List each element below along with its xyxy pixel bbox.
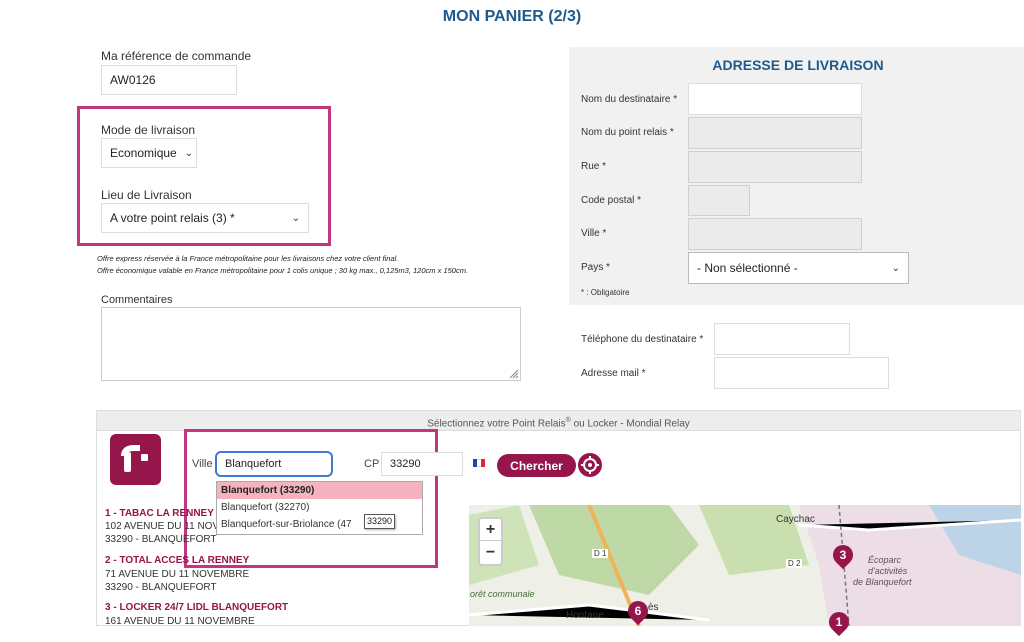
search-button[interactable]: Chercher <box>497 454 576 477</box>
map-label: Caychac <box>776 514 815 525</box>
phone-label: Téléphone du destinataire * <box>581 334 704 345</box>
delivery-mode-value: Economique <box>110 146 177 160</box>
relay-result-title[interactable]: 1 - TABAC LA RENNEY <box>105 508 214 519</box>
mondial-relay-logo <box>110 434 161 485</box>
map-road-label: D 1 <box>592 549 609 558</box>
mondial-relay-header: Sélectionnez votre Point Relais® ou Lock… <box>96 410 1021 431</box>
postcode-label: Code postal * <box>581 195 642 206</box>
country-select[interactable]: - Non sélectionné - ⌄ <box>688 252 909 284</box>
street-label: Rue * <box>581 161 607 172</box>
recipient-name-input[interactable] <box>688 83 862 115</box>
zoom-in-button[interactable]: + <box>480 519 501 541</box>
postcode-input <box>688 185 750 216</box>
delivery-note-economic: Offre économique valable en France métro… <box>97 266 469 275</box>
mr-city-label: Ville <box>192 458 213 470</box>
street-input <box>688 151 862 183</box>
resize-handle-icon[interactable] <box>508 368 519 379</box>
city-input <box>688 218 862 250</box>
chevron-down-icon: ⌄ <box>184 147 194 159</box>
relay-result-title[interactable]: 2 - TOTAL ACCES LA RENNEY <box>105 555 249 566</box>
geolocate-icon[interactable] <box>578 453 602 477</box>
french-flag-icon[interactable] <box>473 459 485 467</box>
relay-name-label: Nom du point relais * <box>581 127 674 138</box>
tooltip: 33290 <box>364 514 395 529</box>
country-value: - Non sélectionné - <box>697 261 798 275</box>
map-marker-number: 3 <box>839 548 847 562</box>
comments-textarea[interactable] <box>101 307 521 381</box>
map-marker-number: 1 <box>835 615 843 629</box>
phone-input[interactable] <box>714 323 850 355</box>
map-marker-number: 6 <box>634 604 642 618</box>
order-reference-label: Ma référence de commande <box>101 49 252 63</box>
map-marker[interactable]: 6 <box>623 596 653 626</box>
chevron-down-icon: ⌄ <box>291 212 300 224</box>
chevron-down-icon: ⌄ <box>891 262 900 274</box>
recipient-name-label: Nom du destinataire * <box>581 94 678 105</box>
map-label: ès <box>648 602 659 613</box>
relay-result-address: 71 AVENUE DU 11 NOVEMBRE <box>105 569 250 580</box>
delivery-address-heading: ADRESSE DE LIVRAISON <box>712 57 884 73</box>
relay-name-input <box>688 117 862 149</box>
map-label: Hontane <box>566 610 604 621</box>
email-input[interactable] <box>714 357 889 389</box>
mr-header-suffix: ou Locker - Mondial Relay <box>570 418 690 430</box>
relay-result-title[interactable]: 3 - LOCKER 24/7 LIDL BLANQUEFORT <box>105 602 288 613</box>
mr-cp-label: CP <box>364 458 380 470</box>
map-label: d'activités <box>868 566 908 576</box>
relay-map[interactable] <box>469 505 1021 626</box>
country-label: Pays * <box>581 262 610 273</box>
comments-label: Commentaires <box>101 294 173 306</box>
relay-result-address: 161 AVENUE DU 11 NOVEMBRE <box>105 616 255 627</box>
delivery-note-express: Offre express réservée à la France métro… <box>97 254 399 263</box>
email-label: Adresse mail * <box>581 368 646 379</box>
relay-result-address: 102 AVENUE DU 11 NOVE <box>105 521 226 532</box>
delivery-place-value: A votre point relais (3) * <box>110 211 235 225</box>
mr-city-input[interactable]: Blanquefort <box>215 451 333 477</box>
delivery-mode-label: Mode de livraison <box>101 123 196 137</box>
map-road-label: D 2 <box>786 559 803 568</box>
relay-result-city: 33290 - BLANQUEFORT <box>105 582 217 593</box>
map-marker[interactable]: 1 <box>824 607 854 637</box>
map-marker[interactable]: 3 <box>828 540 858 570</box>
autocomplete-item[interactable]: Blanquefort (33290) <box>217 482 422 499</box>
required-note: * : Obligatoire <box>581 288 630 297</box>
page-title: MON PANIER (2/3) <box>442 8 582 25</box>
zoom-out-button[interactable]: − <box>480 542 501 564</box>
delivery-place-select[interactable]: A votre point relais (3) * ⌄ <box>101 203 309 233</box>
order-reference-input[interactable]: AW0126 <box>101 65 237 95</box>
city-label: Ville * <box>581 228 607 239</box>
delivery-mode-select[interactable]: Economique ⌄ <box>101 138 197 168</box>
map-label: de Blanquefort <box>853 577 912 587</box>
mr-cp-input[interactable]: 33290 <box>381 452 463 476</box>
map-label: Écoparc <box>868 555 902 565</box>
relay-result-city: 33290 - BLANQUEFORT <box>105 534 217 545</box>
map-label: orêt communale <box>470 589 535 599</box>
mr-header-text: Sélectionnez votre Point Relais <box>427 418 566 430</box>
delivery-place-label: Lieu de Livraison <box>101 188 192 202</box>
